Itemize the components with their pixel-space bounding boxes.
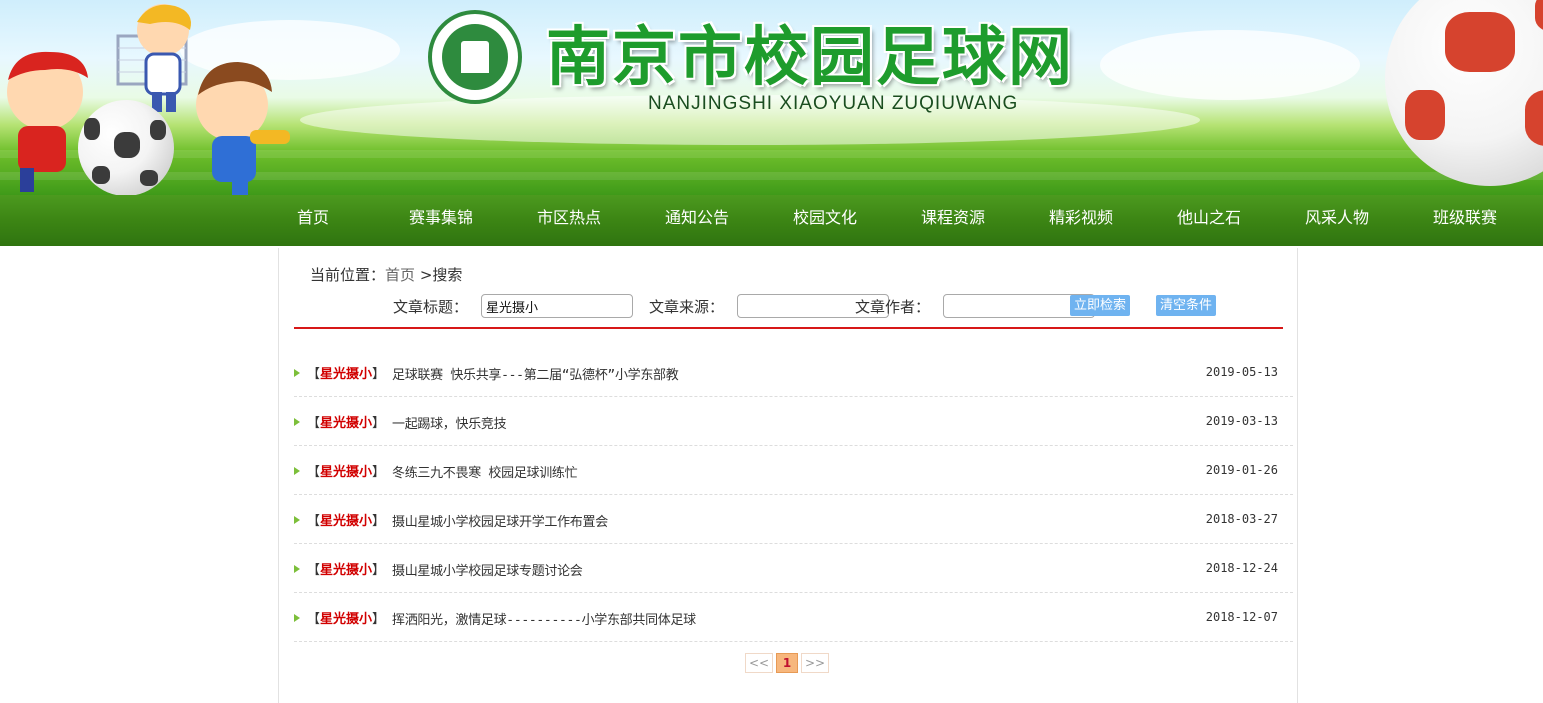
divider xyxy=(294,327,1283,329)
breadcrumb-home-link[interactable]: 首页 xyxy=(385,266,415,284)
source-field-label: 文章来源： xyxy=(649,298,725,316)
nav-item-class-league[interactable]: 班级联赛 xyxy=(1433,195,1497,246)
list-item[interactable]: 【星光摄小】 摄山星城小学校园足球开学工作布置会 2018-03-27 xyxy=(294,495,1293,544)
breadcrumb: 当前位置：首页 >搜索 xyxy=(310,264,462,285)
article-title-link[interactable]: 足球联赛 快乐共享---第二届“弘德杯”小学东部教 xyxy=(392,364,679,383)
bullet-arrow-icon xyxy=(294,614,300,622)
article-date: 2018-12-07 xyxy=(1205,610,1278,624)
bullet-arrow-icon xyxy=(294,369,300,377)
current-page-button[interactable]: 1 xyxy=(776,653,798,673)
nav-item-other-experiences[interactable]: 他山之石 xyxy=(1177,195,1241,246)
category-tag[interactable]: 【星光摄小】 xyxy=(307,461,385,480)
breadcrumb-prefix: 当前位置： xyxy=(310,266,386,284)
article-title-link[interactable]: 摄山星城小学校园足球开学工作布置会 xyxy=(392,511,608,530)
article-title-link[interactable]: 挥洒阳光，激情足球----------小学东部共同体足球 xyxy=(392,609,696,628)
article-title-link[interactable]: 摄山星城小学校园足球专题讨论会 xyxy=(392,560,583,579)
large-soccer-ball-icon xyxy=(1385,0,1543,186)
article-date: 2019-03-13 xyxy=(1205,414,1278,428)
article-title-link[interactable]: 一起踢球，快乐竞技 xyxy=(392,413,507,432)
nav-item-videos[interactable]: 精彩视频 xyxy=(1049,195,1113,246)
next-page-button[interactable]: >> xyxy=(801,653,829,673)
category-tag[interactable]: 【星光摄小】 xyxy=(307,412,385,431)
prev-page-button[interactable]: << xyxy=(745,653,773,673)
nanjing-campus-football-logo-icon xyxy=(442,24,508,90)
search-results-panel: 当前位置：首页 >搜索 文章标题： 文章来源： 文章作者： 立即检索 清空条件 … xyxy=(278,248,1298,703)
soccer-ball-icon xyxy=(78,100,174,195)
site-title: 南京市校园足球网 xyxy=(546,21,1074,95)
search-button[interactable]: 立即检索 xyxy=(1070,295,1131,316)
nav-item-city-hotspots[interactable]: 市区热点 xyxy=(537,195,601,246)
main-nav: 首页 赛事集锦 市区热点 通知公告 校园文化 课程资源 精彩视频 他山之石 风采… xyxy=(0,195,1543,246)
nav-item-featured-people[interactable]: 风采人物 xyxy=(1305,195,1369,246)
breadcrumb-current: >搜索 xyxy=(419,266,463,284)
nav-item-course-resources[interactable]: 课程资源 xyxy=(921,195,985,246)
results-list: 【星光摄小】 足球联赛 快乐共享---第二届“弘德杯”小学东部教 2019-05… xyxy=(294,348,1293,642)
article-title-link[interactable]: 冬练三九不畏寒 校园足球训练忙 xyxy=(392,462,578,481)
site-banner: 南京市校园足球网 NANJINGSHI XIAOYUAN ZUQIUWANG xyxy=(0,0,1543,195)
category-tag[interactable]: 【星光摄小】 xyxy=(307,608,385,627)
site-logo[interactable] xyxy=(428,10,522,104)
title-input[interactable] xyxy=(481,294,633,318)
cloud-decoration xyxy=(1100,30,1360,100)
nav-item-home[interactable]: 首页 xyxy=(297,195,329,246)
bullet-arrow-icon xyxy=(294,467,300,475)
list-item[interactable]: 【星光摄小】 冬练三九不畏寒 校园足球训练忙 2019-01-26 xyxy=(294,446,1293,495)
clear-conditions-button[interactable]: 清空条件 xyxy=(1156,295,1217,316)
article-date: 2018-12-24 xyxy=(1205,561,1278,575)
list-item[interactable]: 【星光摄小】 足球联赛 快乐共享---第二届“弘德杯”小学东部教 2019-05… xyxy=(294,348,1293,397)
list-item[interactable]: 【星光摄小】 挥洒阳光，激情足球----------小学东部共同体足球 2018… xyxy=(294,593,1293,642)
site-pinyin: NANJINGSHI XIAOYUAN ZUQIUWANG xyxy=(648,93,1019,114)
article-date: 2019-01-26 xyxy=(1205,463,1278,477)
nav-item-campus-culture[interactable]: 校园文化 xyxy=(793,195,857,246)
category-tag[interactable]: 【星光摄小】 xyxy=(307,363,385,382)
title-field-label: 文章标题： xyxy=(393,298,469,316)
list-item[interactable]: 【星光摄小】 摄山星城小学校园足球专题讨论会 2018-12-24 xyxy=(294,544,1293,593)
list-item[interactable]: 【星光摄小】 一起踢球，快乐竞技 2019-03-13 xyxy=(294,397,1293,446)
article-date: 2018-03-27 xyxy=(1205,512,1278,526)
bullet-arrow-icon xyxy=(294,565,300,573)
nav-item-notices[interactable]: 通知公告 xyxy=(665,195,729,246)
article-date: 2019-05-13 xyxy=(1205,365,1278,379)
bullet-arrow-icon xyxy=(294,418,300,426)
nav-item-match-highlights[interactable]: 赛事集锦 xyxy=(409,195,473,246)
bullet-arrow-icon xyxy=(294,516,300,524)
category-tag[interactable]: 【星光摄小】 xyxy=(307,510,385,529)
author-field-label: 文章作者： xyxy=(855,298,931,316)
category-tag[interactable]: 【星光摄小】 xyxy=(307,559,385,578)
